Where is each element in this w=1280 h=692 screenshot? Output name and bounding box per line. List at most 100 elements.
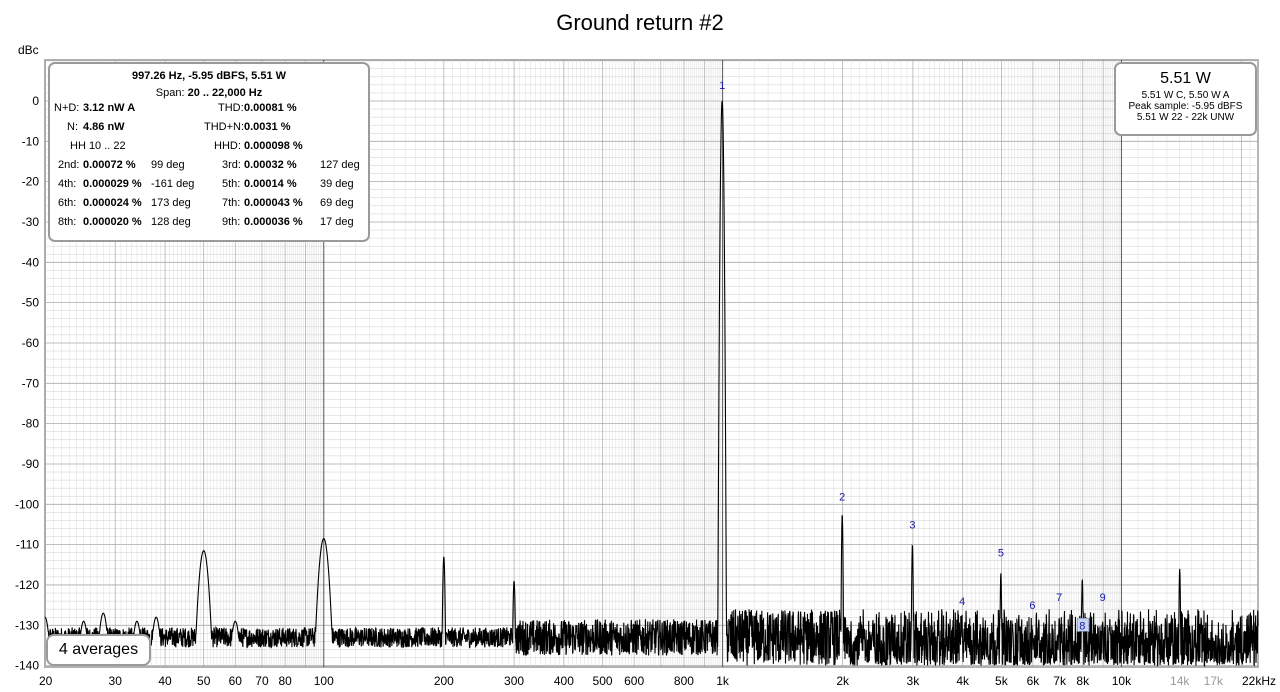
x-tick-label: 5k — [995, 674, 1009, 688]
n-value: 4.86 nW — [83, 121, 125, 133]
y-tick-label: -50 — [22, 296, 40, 310]
x-tick-label: 40 — [158, 674, 172, 688]
averages-badge: 4 averages — [46, 634, 151, 666]
hh-label: HH 10 .. 22 — [70, 140, 126, 152]
x-tick-label: 10k — [1112, 674, 1132, 688]
x-tick-label: 2k — [836, 674, 850, 688]
y-tick-label: -100 — [15, 497, 39, 511]
y-axis-unit: dBc — [18, 43, 39, 57]
power-readout-panel: 5.51 W 5.51 W C, 5.50 W A Peak sample: -… — [1114, 62, 1257, 136]
x-tick-label: 100 — [314, 674, 334, 688]
x-tick-label: 60 — [229, 674, 243, 688]
harmonic-value: 0.00014 % — [244, 178, 297, 190]
n-label: N: — [67, 121, 78, 133]
y-tick-label: -60 — [22, 336, 40, 350]
span-label: Span: — [155, 87, 185, 99]
nd-label: N+D: — [54, 102, 80, 114]
x-tick-label: 30 — [109, 674, 123, 688]
x-tick-label: 500 — [593, 674, 613, 688]
x-tick-label: 22kHz — [1242, 674, 1276, 688]
harmonic-label: 9th: — [222, 216, 241, 228]
y-tick-label: -20 — [22, 175, 40, 189]
x-axis-ticks: 20 30 40 50 60 70 80 100 200 300 400 500 600 800 1k 2k 3… — [39, 674, 1276, 688]
harmonic-value: 0.00032 % — [244, 159, 297, 171]
harmonic-marker-label: 1 — [719, 80, 725, 92]
x-tick-label: 50 — [197, 674, 211, 688]
y-tick-label: -80 — [22, 417, 40, 431]
harmonic-label: 7th: — [222, 197, 241, 209]
y-tick-label: -140 — [15, 659, 39, 673]
x-tick-label: 400 — [554, 674, 574, 688]
x-tick-label: 20 — [39, 674, 53, 688]
y-tick-label: -90 — [22, 457, 40, 471]
thdn-value: 0.0031 % — [244, 121, 291, 133]
harmonic-phase: 128 deg — [151, 216, 191, 228]
harmonic-value: 0.000029 % — [83, 178, 142, 190]
x-tick-label: 14k — [1170, 674, 1190, 688]
harmonic-marker-label: 2 — [839, 491, 845, 503]
harmonic-value: 0.000036 % — [244, 216, 303, 228]
x-tick-label: 70 — [255, 674, 269, 688]
y-tick-label: -10 — [22, 134, 40, 148]
harmonic-row: 4th: 0.000029 % -161 deg 5th: 0.00014 % 39 de… — [50, 175, 368, 194]
thdn-label: THD+N: — [204, 121, 245, 133]
x-tick-label: 17k — [1204, 674, 1224, 688]
chart-title: Ground return #2 — [556, 10, 724, 35]
harmonic-phase: 39 deg — [320, 178, 354, 190]
thd-label: THD: — [218, 102, 244, 114]
y-tick-label: 0 — [32, 94, 39, 108]
x-tick-label: 800 — [674, 674, 694, 688]
hhd-label: HHD: — [214, 140, 241, 152]
hhd-value: 0.000098 % — [244, 140, 303, 152]
harmonic-label: 8th: — [58, 216, 77, 228]
hh-row: HH 10 .. 22 HHD: 0.000098 % — [50, 137, 368, 156]
x-tick-label: 300 — [504, 674, 524, 688]
harmonic-phase: 69 deg — [320, 197, 354, 209]
power-main-value: 5.51 W — [1160, 70, 1211, 87]
power-unweighted-line: 5.51 W 22 - 22k UNW — [1136, 112, 1235, 123]
x-tick-label: 1k — [716, 674, 730, 688]
harmonic-marker-label: 7 — [1056, 592, 1062, 604]
y-tick-label: -30 — [22, 215, 40, 229]
x-tick-label: 200 — [434, 674, 454, 688]
harmonic-value: 0.000043 % — [244, 197, 303, 209]
x-tick-label: 7k — [1053, 674, 1067, 688]
harmonic-label: 3rd: — [222, 159, 241, 171]
x-tick-label: 4k — [956, 674, 970, 688]
harmonic-marker-label: 4 — [959, 596, 965, 608]
x-tick-label: 3k — [907, 674, 921, 688]
harmonic-value: 0.000020 % — [83, 216, 142, 228]
n-row: N: 4.86 nW THD+N: 0.0031 % — [50, 118, 368, 137]
thd-value: 0.00081 % — [244, 102, 297, 114]
x-tick-label: 600 — [624, 674, 644, 688]
stats-header: 997.26 Hz, -5.95 dBFS, 5.51 W — [131, 70, 287, 82]
harmonic-value: 0.00072 % — [83, 159, 136, 171]
y-axis-ticks: 0 -10 -20 -30 -40 -50 -60 -70 -80 -90 -100 -110 -120… — [15, 94, 39, 673]
harmonic-row: 2nd: 0.00072 % 99 deg 3rd: 0.00032 % 127 deg — [50, 156, 368, 175]
harmonic-marker-label: 8 — [1079, 620, 1085, 632]
harmonic-label: 5th: — [222, 178, 241, 190]
harmonic-marker-label: 6 — [1029, 600, 1035, 612]
span-line: Span: 20 .. 22,000 Hz — [50, 87, 368, 99]
harmonic-row: 6th: 0.000024 % 173 deg 7th: 0.000043 % 69 de… — [50, 194, 368, 213]
nd-value: 3.12 nW A — [83, 102, 136, 114]
harmonic-phase: -161 deg — [151, 178, 195, 190]
nd-row: N+D: 3.12 nW A THD: 0.00081 % — [50, 99, 368, 118]
harmonic-label: 4th: — [58, 178, 77, 190]
harmonic-phase: 127 deg — [320, 159, 360, 171]
harmonic-phase: 173 deg — [151, 197, 191, 209]
span-value: 20 .. 22,000 Hz — [187, 87, 263, 99]
y-tick-label: -40 — [22, 255, 40, 269]
y-tick-label: -70 — [22, 376, 40, 390]
harmonic-phase: 17 deg — [320, 216, 354, 228]
harmonic-phase: 99 deg — [151, 159, 185, 171]
harmonic-value: 0.000024 % — [83, 197, 142, 209]
x-tick-label: 80 — [278, 674, 292, 688]
x-tick-label: 8k — [1076, 674, 1090, 688]
y-tick-label: -110 — [16, 538, 39, 552]
harmonic-row: 8th: 0.000020 % 128 deg 9th: 0.000036 % 17 de… — [50, 213, 368, 232]
x-tick-label: 6k — [1027, 674, 1041, 688]
harmonic-marker-label: 5 — [998, 548, 1004, 560]
harmonic-label: 6th: — [58, 197, 77, 209]
y-tick-label: -130 — [15, 618, 39, 632]
